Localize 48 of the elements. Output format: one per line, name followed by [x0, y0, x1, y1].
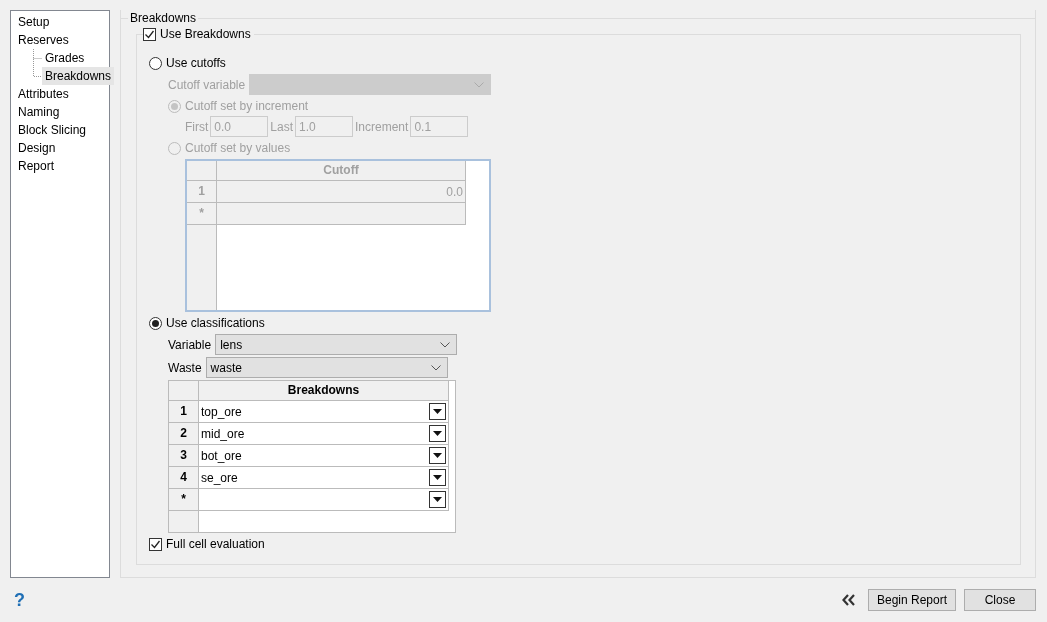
help-icon[interactable]: ? [14, 589, 25, 611]
chevron-down-icon [440, 341, 451, 348]
nav-item[interactable]: Naming [17, 103, 109, 121]
row-header: * [187, 203, 217, 225]
field-label: Last [270, 119, 293, 134]
dropdown[interactable]: waste [205, 357, 448, 378]
table-corner [187, 161, 217, 181]
row-header: 1 [169, 401, 199, 423]
dialog-button[interactable]: Begin Report [867, 589, 956, 611]
check-icon [150, 538, 161, 550]
nav-item[interactable]: Breakdowns [42, 67, 115, 85]
nav-item[interactable]: Reserves [17, 31, 109, 49]
nav-item[interactable]: Attributes [17, 85, 109, 103]
table-cell: 0.0 [217, 181, 466, 203]
radio-label[interactable]: Use classifications [166, 316, 265, 330]
field-label: Cutoff variable [168, 77, 246, 92]
row-header: 4 [169, 467, 199, 489]
field-label: Waste [168, 360, 202, 375]
nav-item[interactable]: Design [17, 139, 109, 157]
nav-item[interactable]: Grades [42, 49, 88, 67]
row-header: 2 [169, 423, 199, 445]
chevron-down-icon [430, 364, 441, 371]
table-cell[interactable]: se_ore [199, 467, 449, 489]
field-label: Increment [355, 119, 409, 134]
double-chevron-left-icon [841, 594, 856, 606]
row-header: 3 [169, 445, 199, 467]
row-header: * [169, 489, 199, 511]
check-icon [144, 28, 155, 40]
row-header: 1 [187, 181, 217, 203]
table-cell[interactable]: bot_ore [199, 445, 449, 467]
nav-item[interactable]: Report [17, 157, 109, 175]
dropdown[interactable]: lens [215, 334, 458, 355]
checkbox[interactable] [149, 537, 162, 551]
dialog-button[interactable]: Close [964, 589, 1036, 611]
field-label: Variable [168, 337, 212, 352]
nav-item[interactable]: Block Slicing [17, 121, 109, 139]
checkbox-label[interactable]: Full cell evaluation [166, 537, 265, 551]
checkbox[interactable] [143, 27, 156, 41]
column-header: Cutoff [217, 161, 466, 181]
nav-item[interactable]: Setup [17, 13, 109, 31]
radio-button[interactable] [149, 316, 162, 330]
table-cell[interactable]: top_ore [199, 401, 449, 423]
chevron-down-icon [474, 81, 485, 88]
table-cell[interactable] [199, 489, 449, 511]
field-label: First [185, 119, 209, 134]
column-header: Breakdowns [199, 381, 449, 401]
table-cell[interactable]: mid_ore [199, 423, 449, 445]
group-title: Breakdowns [128, 11, 199, 25]
